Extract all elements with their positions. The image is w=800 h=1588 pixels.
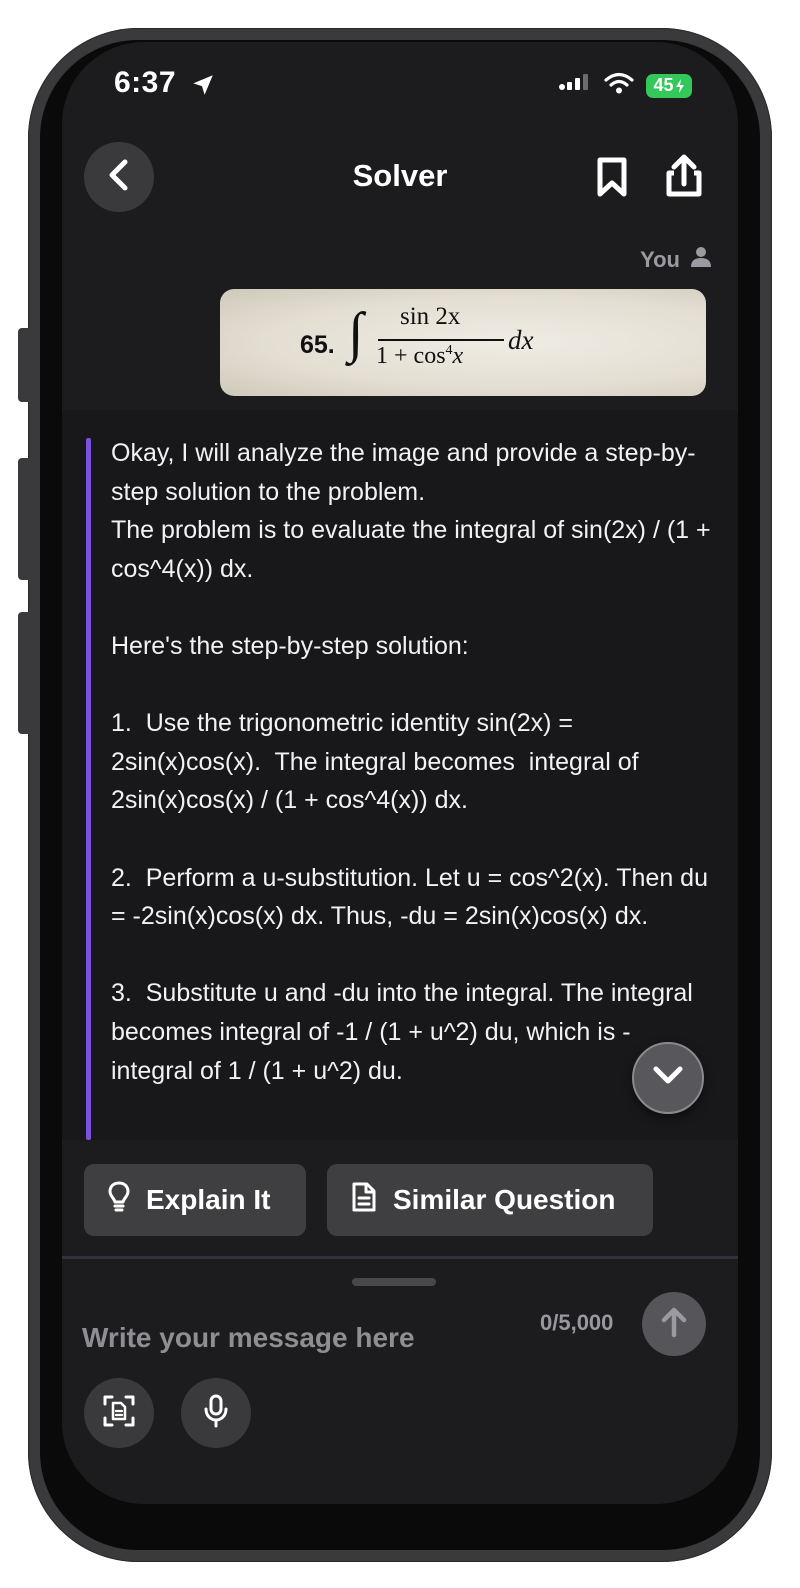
similar-question-label: Similar Question xyxy=(393,1184,616,1215)
fraction-bar xyxy=(378,339,504,341)
problem-number: 65. xyxy=(300,331,335,359)
arrow-up-icon xyxy=(660,1306,688,1343)
location-arrow-icon xyxy=(190,72,216,103)
sender-label: You xyxy=(640,247,680,272)
status-indicators: 45 xyxy=(558,72,692,99)
drag-handle[interactable] xyxy=(352,1278,436,1286)
send-button[interactable] xyxy=(642,1292,706,1356)
numerator: sin 2x xyxy=(400,303,461,330)
share-icon xyxy=(664,154,704,202)
document-icon xyxy=(351,1181,377,1220)
volume-up-button xyxy=(18,458,30,580)
answer-panel: Okay, I will analyze the image and provi… xyxy=(62,410,738,1140)
answer-accent-bar xyxy=(86,438,91,1140)
battery-indicator: 45 xyxy=(646,73,692,98)
microphone-icon xyxy=(203,1393,229,1434)
differential: dx xyxy=(508,325,534,355)
status-time: 6:37 xyxy=(114,66,177,99)
similar-question-button[interactable]: Similar Question xyxy=(327,1164,653,1236)
voice-input-button[interactable] xyxy=(181,1378,251,1448)
answer-text: Okay, I will analyze the image and provi… xyxy=(111,439,711,1085)
page-title: Solver xyxy=(352,158,448,193)
character-count: 0/5,000 xyxy=(540,1310,614,1335)
signal-icon xyxy=(558,72,592,99)
message-input[interactable] xyxy=(82,1318,522,1358)
integral-sign: ∫ xyxy=(348,302,364,364)
problem-image[interactable]: 65. ∫ sin 2x 1 + cos4x dx xyxy=(220,289,706,396)
battery-level: 45 xyxy=(653,75,674,95)
share-button[interactable] xyxy=(664,154,704,203)
explain-it-label: Explain It xyxy=(146,1184,271,1215)
explain-it-button[interactable]: Explain It xyxy=(84,1164,306,1236)
scan-document-button[interactable] xyxy=(84,1378,154,1448)
lightbulb-icon xyxy=(108,1180,130,1221)
bookmark-button[interactable] xyxy=(596,156,628,203)
bookmark-icon xyxy=(596,157,628,202)
scroll-down-button[interactable] xyxy=(632,1042,704,1114)
wifi-icon xyxy=(604,72,634,99)
denominator: 1 + cos4x xyxy=(376,343,464,369)
user-icon xyxy=(690,246,712,274)
volume-down-button xyxy=(18,612,30,734)
chevron-down-icon xyxy=(652,1065,684,1092)
action-button xyxy=(18,328,30,402)
sender-row: You xyxy=(640,246,712,274)
message-composer xyxy=(62,1259,738,1504)
scan-document-icon xyxy=(102,1394,136,1433)
app-screen: 6:37 45 Solver You 65. ∫ sin 2x 1 + cos4… xyxy=(62,42,738,1504)
